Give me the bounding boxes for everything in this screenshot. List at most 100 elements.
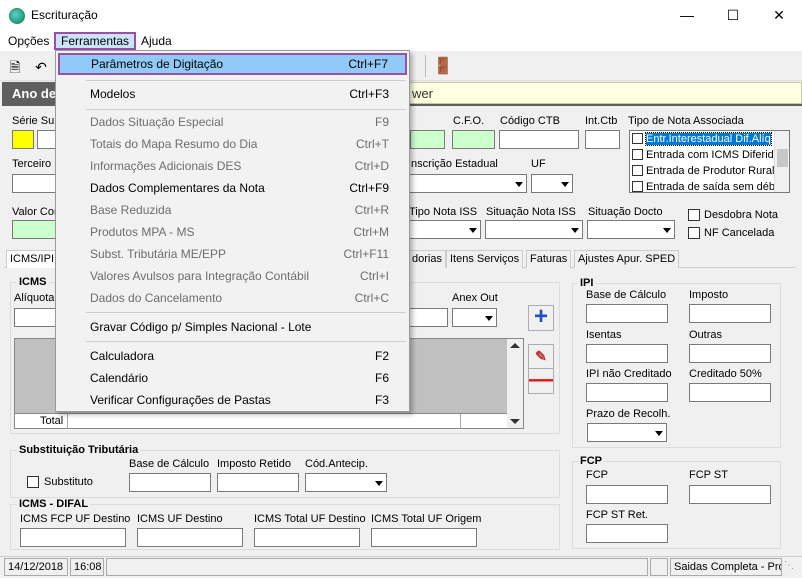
menu-dados-cancelamento[interactable]: Dados do Cancelamento Ctrl+C — [56, 287, 409, 309]
substituto-checkbox[interactable] — [27, 476, 39, 488]
anex-out-combo[interactable] — [452, 308, 497, 327]
total-label: Total — [40, 415, 64, 427]
menu-calendario[interactable]: Calendário F6 — [56, 367, 409, 389]
tab-faturas[interactable]: Faturas — [526, 250, 572, 268]
info-bar-text: wer — [412, 86, 433, 101]
int-ctb-label: Int.Ctb — [585, 115, 618, 127]
menu-modelos[interactable]: Modelos Ctrl+F3 — [56, 83, 409, 105]
remove-button[interactable]: — — [528, 368, 554, 394]
menu-verificar-configuracoes[interactable]: Verificar Configurações de Pastas F3 — [56, 389, 409, 411]
menu-calculadora[interactable]: Calculadora F2 — [56, 345, 409, 367]
valor-field[interactable] — [12, 220, 57, 239]
difal-total-uf-origem-field[interactable] — [371, 528, 477, 547]
menu-subst-tributaria-me-epp[interactable]: Subst. Tributária ME/EPP Ctrl+F11 — [56, 243, 409, 265]
ipi-group-title: IPI — [578, 277, 596, 289]
close-button[interactable]: ✕ — [756, 0, 802, 31]
st-group-title: Substituição Tributária — [17, 444, 141, 456]
menu-dados-complementares[interactable]: Dados Complementares da Nota Ctrl+F9 — [56, 177, 409, 199]
anex-out-label: Anex Out — [452, 292, 498, 304]
ferramentas-dropdown: Parâmetros de Digitação Ctrl+F7 Modelos Ct… — [55, 50, 410, 412]
ipi-outras-field[interactable] — [689, 344, 771, 363]
ipi-isentas-field[interactable] — [586, 344, 668, 363]
imposto-retido-label: Imposto Retido — [217, 458, 291, 470]
info-bar: wer — [405, 82, 802, 104]
resize-grip-icon[interactable]: ⋱ — [784, 560, 798, 574]
ipi-isentas-label: Isentas — [586, 329, 622, 341]
tipo-nota-iss-combo[interactable] — [408, 220, 481, 239]
status-time: 16:08 — [70, 558, 104, 576]
desdobra-nota-label: Desdobra Nota — [704, 209, 778, 221]
uf-combo[interactable] — [531, 174, 573, 193]
nf-cancelada-checkbox[interactable] — [688, 227, 700, 239]
fcp-st-ret-field[interactable] — [586, 524, 668, 543]
tipo-nota-listbox[interactable]: Entr.Interestadual Dif.Alíq Entrada com … — [629, 130, 790, 193]
menu-totais-mapa-resumo[interactable]: Totais do Mapa Resumo do Dia Ctrl+T — [56, 133, 409, 155]
add-button[interactable]: + — [528, 305, 554, 331]
terceiro-field[interactable] — [12, 174, 57, 193]
situacao-docto-combo[interactable] — [587, 220, 675, 239]
serie-field[interactable] — [12, 130, 34, 149]
difal-total-uf-destino-field[interactable] — [254, 528, 360, 547]
tab-icms-ipi[interactable]: ICMS/IPI — [6, 250, 59, 268]
ipi-creditado-50-label: Creditado 50% — [689, 368, 762, 380]
menu-gravar-codigo-simples[interactable]: Gravar Código p/ Simples Nacional - Lote — [56, 316, 409, 338]
tipo-nota-option[interactable]: Entrada de Produtor Rural — [630, 163, 789, 179]
imposto-retido-field[interactable] — [217, 473, 299, 492]
icms-grid-scrollbar[interactable] — [507, 339, 523, 428]
ipi-nao-creditado-field[interactable] — [586, 383, 668, 402]
sub-field[interactable] — [37, 130, 57, 149]
inscricao-label: Inscrição Estadual — [408, 158, 498, 170]
fcp-group-title: FCP — [578, 455, 604, 467]
menu-produtos-mpa-ms[interactable]: Produtos MPA - MS Ctrl+M — [56, 221, 409, 243]
valor-label: Valor Cor — [12, 206, 58, 218]
menu-base-reduzida[interactable]: Base Reduzida Ctrl+R — [56, 199, 409, 221]
aliquota-field[interactable] — [14, 308, 58, 327]
prazo-recolh-combo[interactable] — [587, 423, 667, 442]
fcp-st-field[interactable] — [689, 485, 771, 504]
st-base-field[interactable] — [129, 473, 211, 492]
menu-dados-situacao-especial[interactable]: Dados Situação Especial F9 — [56, 111, 409, 133]
listbox-scrollbar[interactable] — [774, 131, 789, 192]
icms-value-field[interactable] — [408, 308, 448, 327]
desdobra-nota-checkbox[interactable] — [688, 209, 700, 221]
ipi-imposto-field[interactable] — [689, 304, 771, 323]
minimize-button[interactable]: — — [664, 0, 710, 31]
tab-mercadorias[interactable]: dorias — [408, 250, 446, 268]
maximize-button[interactable]: ☐ — [710, 0, 756, 31]
status-mode: Saidas Completa - Pros — [670, 558, 782, 576]
app-icon — [9, 8, 25, 24]
difal-fcp-uf-destino-field[interactable] — [20, 528, 126, 547]
cod-antecip-combo[interactable] — [305, 473, 387, 492]
undo-icon[interactable]: ↶ — [32, 58, 50, 76]
tipo-nota-option[interactable]: Entrada de saída sem débi — [630, 179, 789, 195]
menu-ajuda[interactable]: Ajuda — [136, 32, 177, 50]
ipi-creditado-50-field[interactable] — [689, 383, 771, 402]
tab-ajustes-apur-sped[interactable]: Ajustes Apur. SPED — [574, 250, 680, 268]
menu-opcoes[interactable]: Opções — [3, 32, 54, 50]
exit-door-icon[interactable]: 🚪 — [433, 58, 453, 76]
cod-antecip-label: Cód.Antecip. — [305, 458, 368, 470]
int-ctb-field[interactable] — [585, 130, 620, 149]
menu-parametros-digitacao[interactable]: Parâmetros de Digitação Ctrl+F7 — [58, 53, 407, 75]
menu-separator — [86, 312, 406, 313]
fcp-field[interactable] — [586, 485, 668, 504]
difal-uf-destino-field[interactable] — [137, 528, 243, 547]
menu-ferramentas[interactable]: Ferramentas — [54, 32, 137, 50]
menu-informacoes-adicionais-des[interactable]: Informações Adicionais DES Ctrl+D — [56, 155, 409, 177]
situacao-nota-iss-combo[interactable] — [485, 220, 583, 239]
tipo-nota-option[interactable]: Entrada com ICMS Diferido — [630, 147, 789, 163]
new-document-icon[interactable]: 🗎 — [6, 58, 24, 76]
status-date: 14/12/2018 — [4, 558, 68, 576]
ipi-base-label: Base de Cálculo — [586, 289, 667, 301]
cfo-label: C.F.O. — [453, 115, 485, 127]
aliquota-label: Alíquota — [14, 292, 55, 304]
tab-itens-servicos[interactable]: Itens Serviços — [446, 250, 524, 268]
tipo-nota-option[interactable]: Entr.Interestadual Dif.Alíq — [630, 131, 789, 147]
codigo-ctb-field[interactable] — [499, 130, 579, 149]
icms-group-title: ICMS — [17, 276, 49, 288]
inscricao-combo[interactable] — [408, 174, 527, 193]
cfo-prev-field[interactable] — [410, 130, 445, 149]
menu-valores-avulsos[interactable]: Valores Avulsos para Integração Contábil… — [56, 265, 409, 287]
cfo-field[interactable] — [452, 130, 495, 149]
ipi-base-field[interactable] — [586, 304, 668, 323]
